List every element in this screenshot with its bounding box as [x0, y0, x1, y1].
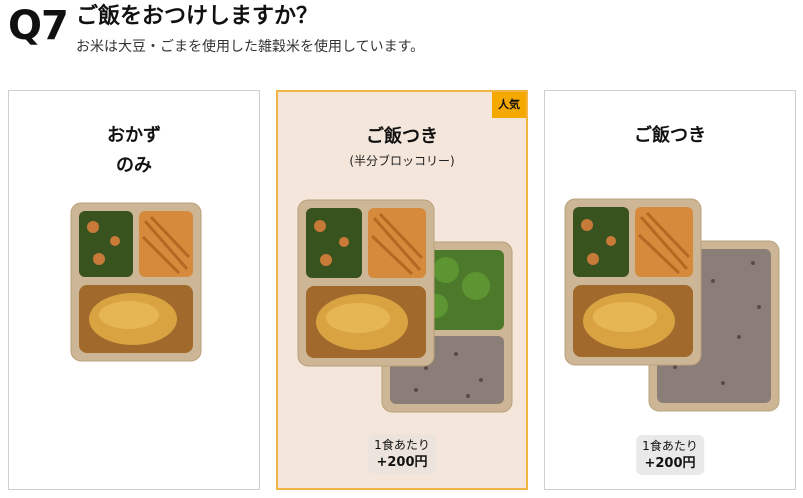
question-subtitle: お米は大豆・ごまを使用した雑穀米を使用しています。	[76, 39, 425, 55]
option-subtitle: (半分ブロッコリー)	[349, 154, 455, 168]
option-card-rice-half-broccoli[interactable]: 人気 ご飯つき (半分ブロッコリー) 1食あたり +200円	[276, 90, 528, 490]
question-title: ご飯をおつけしますか？	[76, 4, 319, 29]
popular-badge: 人気	[492, 92, 526, 118]
question-number: Q7	[8, 3, 69, 49]
meal-with-rice-image	[564, 198, 780, 412]
option-card-rice[interactable]: ご飯つき 1食あたり +200円	[544, 90, 796, 490]
price-tag: 1食あたり +200円	[368, 434, 436, 474]
price-label: 1食あたり	[642, 439, 698, 453]
price-label: 1食あたり	[374, 438, 430, 452]
side-dish-tray-image	[70, 202, 202, 362]
option-card-okazu-only[interactable]: おかず のみ	[8, 90, 260, 490]
option-title: ご飯つき	[634, 125, 706, 146]
price-tag: 1食あたり +200円	[636, 435, 704, 475]
meal-with-rice-broccoli-image	[297, 199, 513, 413]
price-value: +200円	[644, 456, 696, 471]
option-title: おかず のみ	[107, 125, 161, 176]
option-title: ご飯つき	[366, 126, 438, 147]
price-value: +200円	[376, 455, 428, 470]
